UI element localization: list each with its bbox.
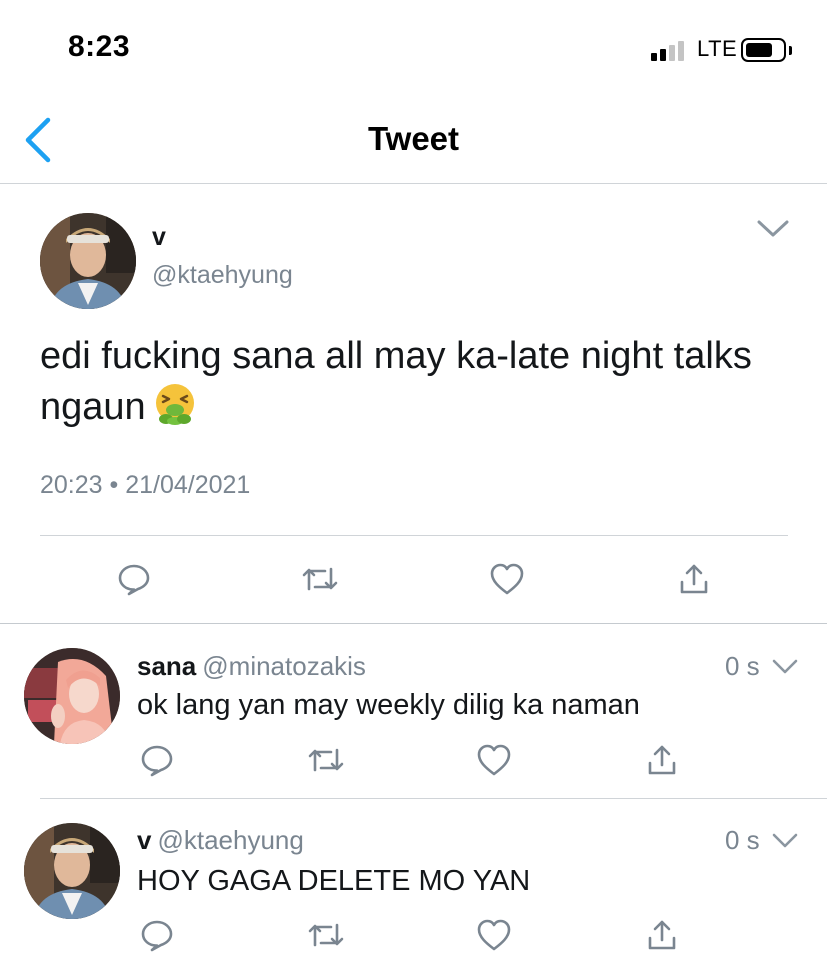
reply-header: sana @minatozakis — [137, 651, 366, 682]
author-handle[interactable]: @ktaehyung — [157, 825, 303, 855]
like-button[interactable] — [474, 740, 514, 780]
reply-time: 0 s — [725, 651, 760, 681]
reply-icon — [141, 920, 173, 952]
chevron-down-icon — [772, 659, 798, 674]
heart-icon — [477, 919, 511, 951]
author-name[interactable]: v — [152, 223, 166, 252]
signal-strength-icon — [651, 41, 691, 61]
share-icon — [648, 745, 676, 775]
author-handle[interactable]: @minatozakis — [202, 651, 366, 681]
heart-icon — [477, 744, 511, 776]
share-button[interactable] — [674, 559, 714, 599]
reply-options-button[interactable] — [772, 658, 798, 676]
chevron-down-icon — [757, 220, 789, 237]
reply-time: 0 s — [725, 825, 760, 855]
reply-header: v @ktaehyung — [137, 825, 304, 856]
heart-icon — [490, 563, 524, 595]
retweet-button[interactable] — [306, 740, 346, 780]
status-time: 8:23 — [68, 30, 131, 63]
avatar[interactable] — [24, 823, 120, 919]
reply-button[interactable] — [114, 559, 154, 599]
page-title: Tweet — [367, 120, 460, 157]
navigation-bar: Tweet — [0, 100, 827, 184]
tweet-actions — [0, 559, 827, 599]
share-button[interactable] — [642, 915, 682, 955]
main-tweet: v @ktaehyung edi fucking sana all may ka… — [0, 185, 827, 623]
status-bar: 8:23 LTE — [0, 0, 827, 100]
reply-icon — [118, 564, 150, 596]
reply-actions — [0, 740, 827, 780]
battery-tip — [789, 46, 792, 55]
reply-options-button[interactable] — [772, 832, 798, 850]
tweet-text: edi fucking sana all may ka-late night t… — [40, 331, 800, 433]
author-name[interactable]: v — [137, 825, 151, 855]
like-button[interactable] — [474, 915, 514, 955]
author-handle[interactable]: @ktaehyung — [152, 261, 293, 290]
share-button[interactable] — [642, 740, 682, 780]
avatar[interactable] — [24, 648, 120, 744]
retweet-icon — [308, 748, 344, 772]
reply-tweet[interactable]: v @ktaehyung 0 s HOY GAGA DELETE MO YAN — [0, 799, 827, 965]
reply-button[interactable] — [137, 740, 177, 780]
reply-icon — [141, 745, 173, 777]
reply-text: ok lang yan may weekly dilig ka naman — [137, 689, 640, 721]
tweet-timestamp[interactable]: 20:23 • 21/04/2021 — [40, 471, 250, 500]
retweet-icon — [302, 567, 338, 591]
vomiting-face-emoji — [154, 383, 196, 425]
share-icon — [648, 920, 676, 950]
battery-icon — [741, 38, 786, 62]
like-button[interactable] — [487, 559, 527, 599]
divider — [40, 535, 788, 536]
network-type: LTE — [697, 36, 738, 61]
author-name[interactable]: sana — [137, 651, 196, 681]
reply-text: HOY GAGA DELETE MO YAN — [137, 865, 531, 897]
reply-tweet[interactable]: sana @minatozakis 0 s ok lang yan may wee… — [0, 624, 827, 799]
tweet-text-content: edi fucking sana all may ka-late night t… — [40, 335, 752, 428]
retweet-button[interactable] — [306, 915, 346, 955]
chevron-down-icon — [772, 833, 798, 848]
share-icon — [680, 564, 708, 594]
retweet-icon — [308, 923, 344, 947]
retweet-button[interactable] — [300, 559, 340, 599]
tweet-options-button[interactable] — [756, 218, 790, 240]
avatar[interactable] — [40, 213, 136, 309]
reply-actions — [0, 915, 827, 955]
reply-button[interactable] — [137, 915, 177, 955]
